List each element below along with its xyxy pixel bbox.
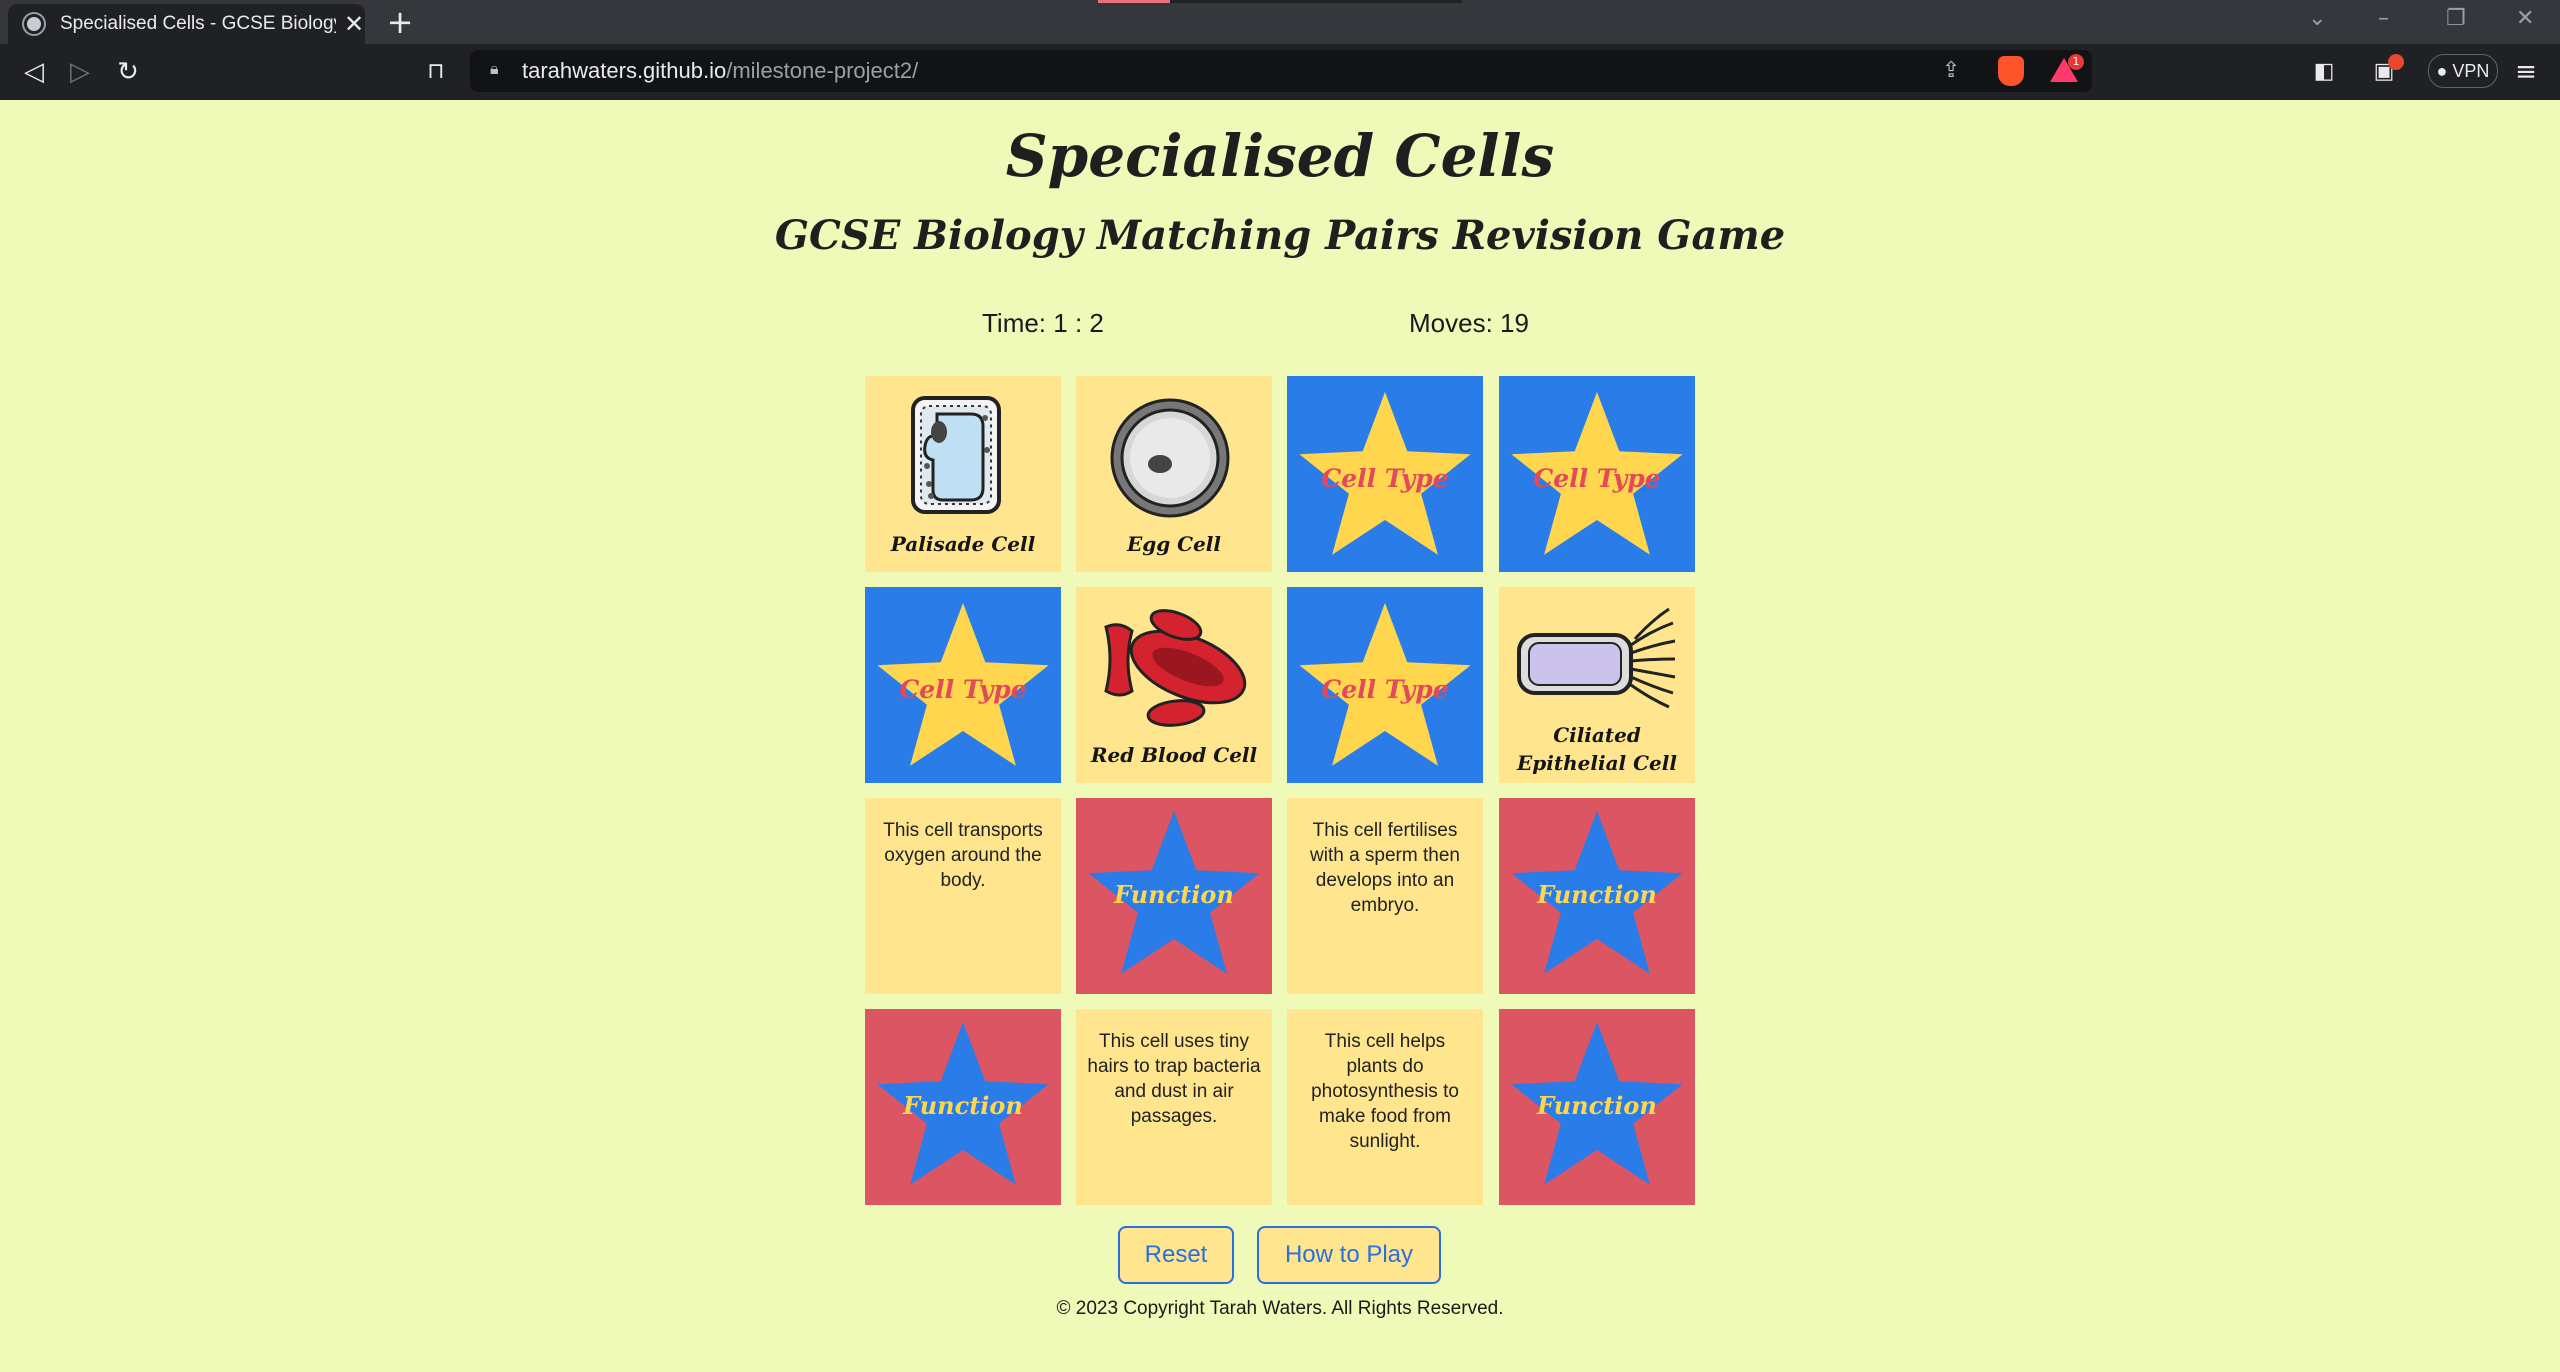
reset-button[interactable]: Reset — [1118, 1226, 1234, 1284]
url-host: tarahwaters.github.io — [522, 58, 727, 83]
card-back-cell-type[interactable]: Cell Type — [1287, 376, 1483, 572]
timer: Time: 1 : 2 — [982, 308, 1104, 338]
card-function[interactable]: This cell transports oxygen around the b… — [865, 798, 1061, 994]
card-back-label: Cell Type — [899, 675, 1027, 704]
card-back-label: Function — [903, 1091, 1023, 1120]
footer-copyright: © 2023 Copyright Tarah Waters. All Right… — [1056, 1298, 1504, 1319]
vpn-label: VPN — [2452, 61, 2490, 81]
tab-close-icon[interactable]: ✕ — [344, 12, 364, 36]
brave-shields-icon[interactable] — [1998, 56, 2024, 86]
browser-tab-bar: Specialised Cells - GCSE Biology R ✕ + ⌄… — [0, 0, 2560, 44]
card-cell-type[interactable]: Red Blood Cell — [1076, 587, 1272, 783]
cell-name: Ciliated Epithelial Cell — [1517, 723, 1677, 775]
card-back-cell-type[interactable]: Cell Type — [865, 587, 1061, 783]
lock-icon: 🔒︎ — [490, 61, 499, 78]
card-back-cell-type[interactable]: Cell Type — [1287, 587, 1483, 783]
vpn-button[interactable]: ● VPN — [2428, 54, 2498, 88]
reload-icon[interactable]: ↻ — [112, 56, 144, 88]
card-back-label: Cell Type — [1321, 675, 1449, 704]
card-back-function[interactable]: Function — [1499, 1009, 1695, 1205]
url-path: /milestone-project2/ — [726, 58, 919, 83]
tab-title: Specialised Cells - GCSE Biology R — [60, 13, 336, 34]
card-back-label: Function — [1537, 1091, 1657, 1120]
function-text: This cell fertilises with a sperm then d… — [1310, 820, 1460, 916]
card-back-label: Cell Type — [1533, 464, 1661, 493]
card-back-label: Function — [1537, 880, 1657, 909]
share-icon[interactable]: ⇪ — [1942, 58, 1960, 83]
browser-toolbar: ◁ ▷ ↻ ⊓ 🔒︎ tarahwaters.github.io/milesto… — [0, 44, 2560, 100]
menu-icon[interactable]: ≡ — [2510, 56, 2542, 88]
card-back-function[interactable]: Function — [1076, 798, 1272, 994]
forward-icon[interactable]: ▷ — [64, 56, 96, 88]
card-back-function[interactable]: Function — [865, 1009, 1061, 1205]
card-back-function[interactable]: Function — [1499, 798, 1695, 994]
wallet-badge — [2388, 54, 2404, 70]
palisade-cell-icon — [911, 396, 1001, 514]
back-icon[interactable]: ◁ — [18, 56, 50, 88]
cell-name: Egg Cell — [1126, 532, 1221, 556]
window-close-icon[interactable]: ✕ — [2516, 6, 2534, 31]
function-text: This cell transports oxygen around the b… — [883, 820, 1043, 891]
minimize-icon[interactable]: – — [2378, 6, 2389, 31]
ciliated-cell-icon — [1517, 607, 1676, 709]
rewards-badge: 1 — [2068, 54, 2084, 70]
card-back-label: Function — [1114, 880, 1234, 909]
red-blood-cell-icon — [1104, 609, 1247, 727]
sidebar-icon[interactable]: ◧ — [2308, 56, 2340, 88]
egg-cell-icon — [1110, 398, 1230, 518]
restore-icon[interactable]: ❐ — [2446, 6, 2466, 31]
cell-name: Palisade Cell — [890, 532, 1036, 556]
function-text: This cell helps plants do photosynthesis… — [1311, 1031, 1459, 1152]
address-bar[interactable]: 🔒︎ tarahwaters.github.io/milestone-proje… — [470, 50, 2092, 92]
tab-search-icon[interactable]: ⌄ — [2308, 6, 2326, 31]
function-text: This cell uses tiny hairs to trap bacter… — [1087, 1031, 1261, 1127]
loading-strip — [1098, 0, 1462, 3]
card-back-cell-type[interactable]: Cell Type — [1499, 376, 1695, 572]
browser-tab[interactable]: Specialised Cells - GCSE Biology R ✕ — [8, 4, 365, 44]
card-cell-type[interactable]: Egg Cell — [1076, 376, 1272, 572]
cell-name: Red Blood Cell — [1090, 743, 1258, 767]
card-cell-type[interactable]: Palisade Cell — [865, 376, 1061, 572]
how-to-play-button[interactable]: How to Play — [1257, 1226, 1441, 1284]
new-tab-button[interactable]: + — [384, 6, 416, 38]
move-counter: Moves: 19 — [1409, 308, 1529, 338]
page-title: Specialised Cells — [1005, 122, 1555, 190]
bookmark-icon[interactable]: ⊓ — [420, 56, 452, 88]
page-subtitle: GCSE Biology Matching Pairs Revision Gam… — [774, 212, 1786, 259]
favicon-icon — [24, 14, 44, 34]
card-function[interactable]: This cell fertilises with a sperm then d… — [1287, 798, 1483, 994]
card-cell-type[interactable]: Ciliated Epithelial Cell — [1499, 587, 1695, 783]
card-back-label: Cell Type — [1321, 464, 1449, 493]
card-function[interactable]: This cell uses tiny hairs to trap bacter… — [1076, 1009, 1272, 1205]
card-function[interactable]: This cell helps plants do photosynthesis… — [1287, 1009, 1483, 1205]
